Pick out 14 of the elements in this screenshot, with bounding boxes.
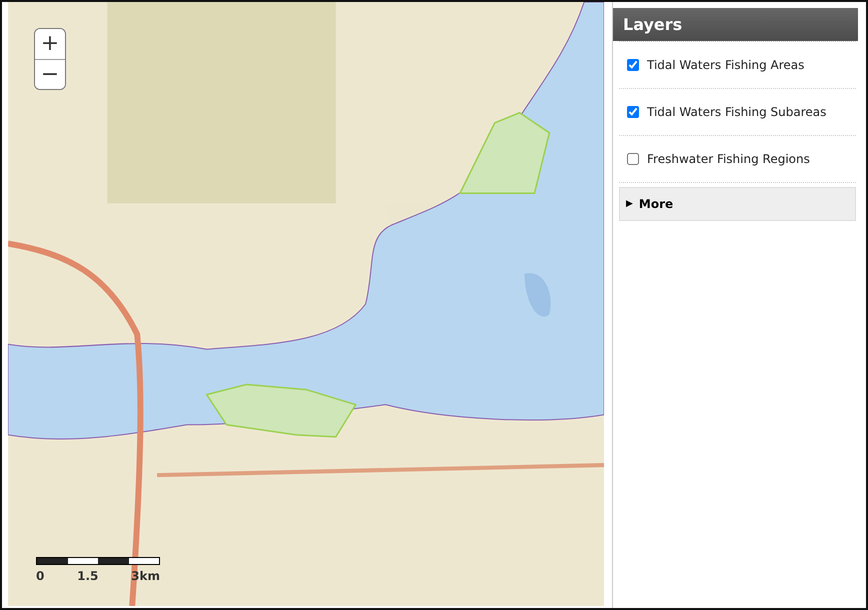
scale-label: 1.5 — [77, 569, 98, 583]
scale-label: 0 — [36, 569, 44, 583]
more-label: More — [638, 197, 674, 211]
layer-checkbox[interactable] — [627, 106, 639, 118]
layer-checkbox[interactable] — [627, 59, 639, 71]
zoom-out-button[interactable]: − — [35, 59, 65, 89]
panel-title: Layers — [623, 15, 682, 34]
scale-label: 3km — [131, 569, 160, 583]
triangle-icon: ▶ — [626, 199, 633, 209]
layer-label[interactable]: Tidal Waters Fishing Subareas — [647, 105, 826, 119]
layer-label[interactable]: Freshwater Fishing Regions — [647, 152, 810, 166]
more-toggle[interactable]: ▶ More — [619, 187, 856, 221]
layer-checkbox[interactable] — [627, 153, 639, 165]
layer-label[interactable]: Tidal Waters Fishing Areas — [647, 58, 804, 72]
